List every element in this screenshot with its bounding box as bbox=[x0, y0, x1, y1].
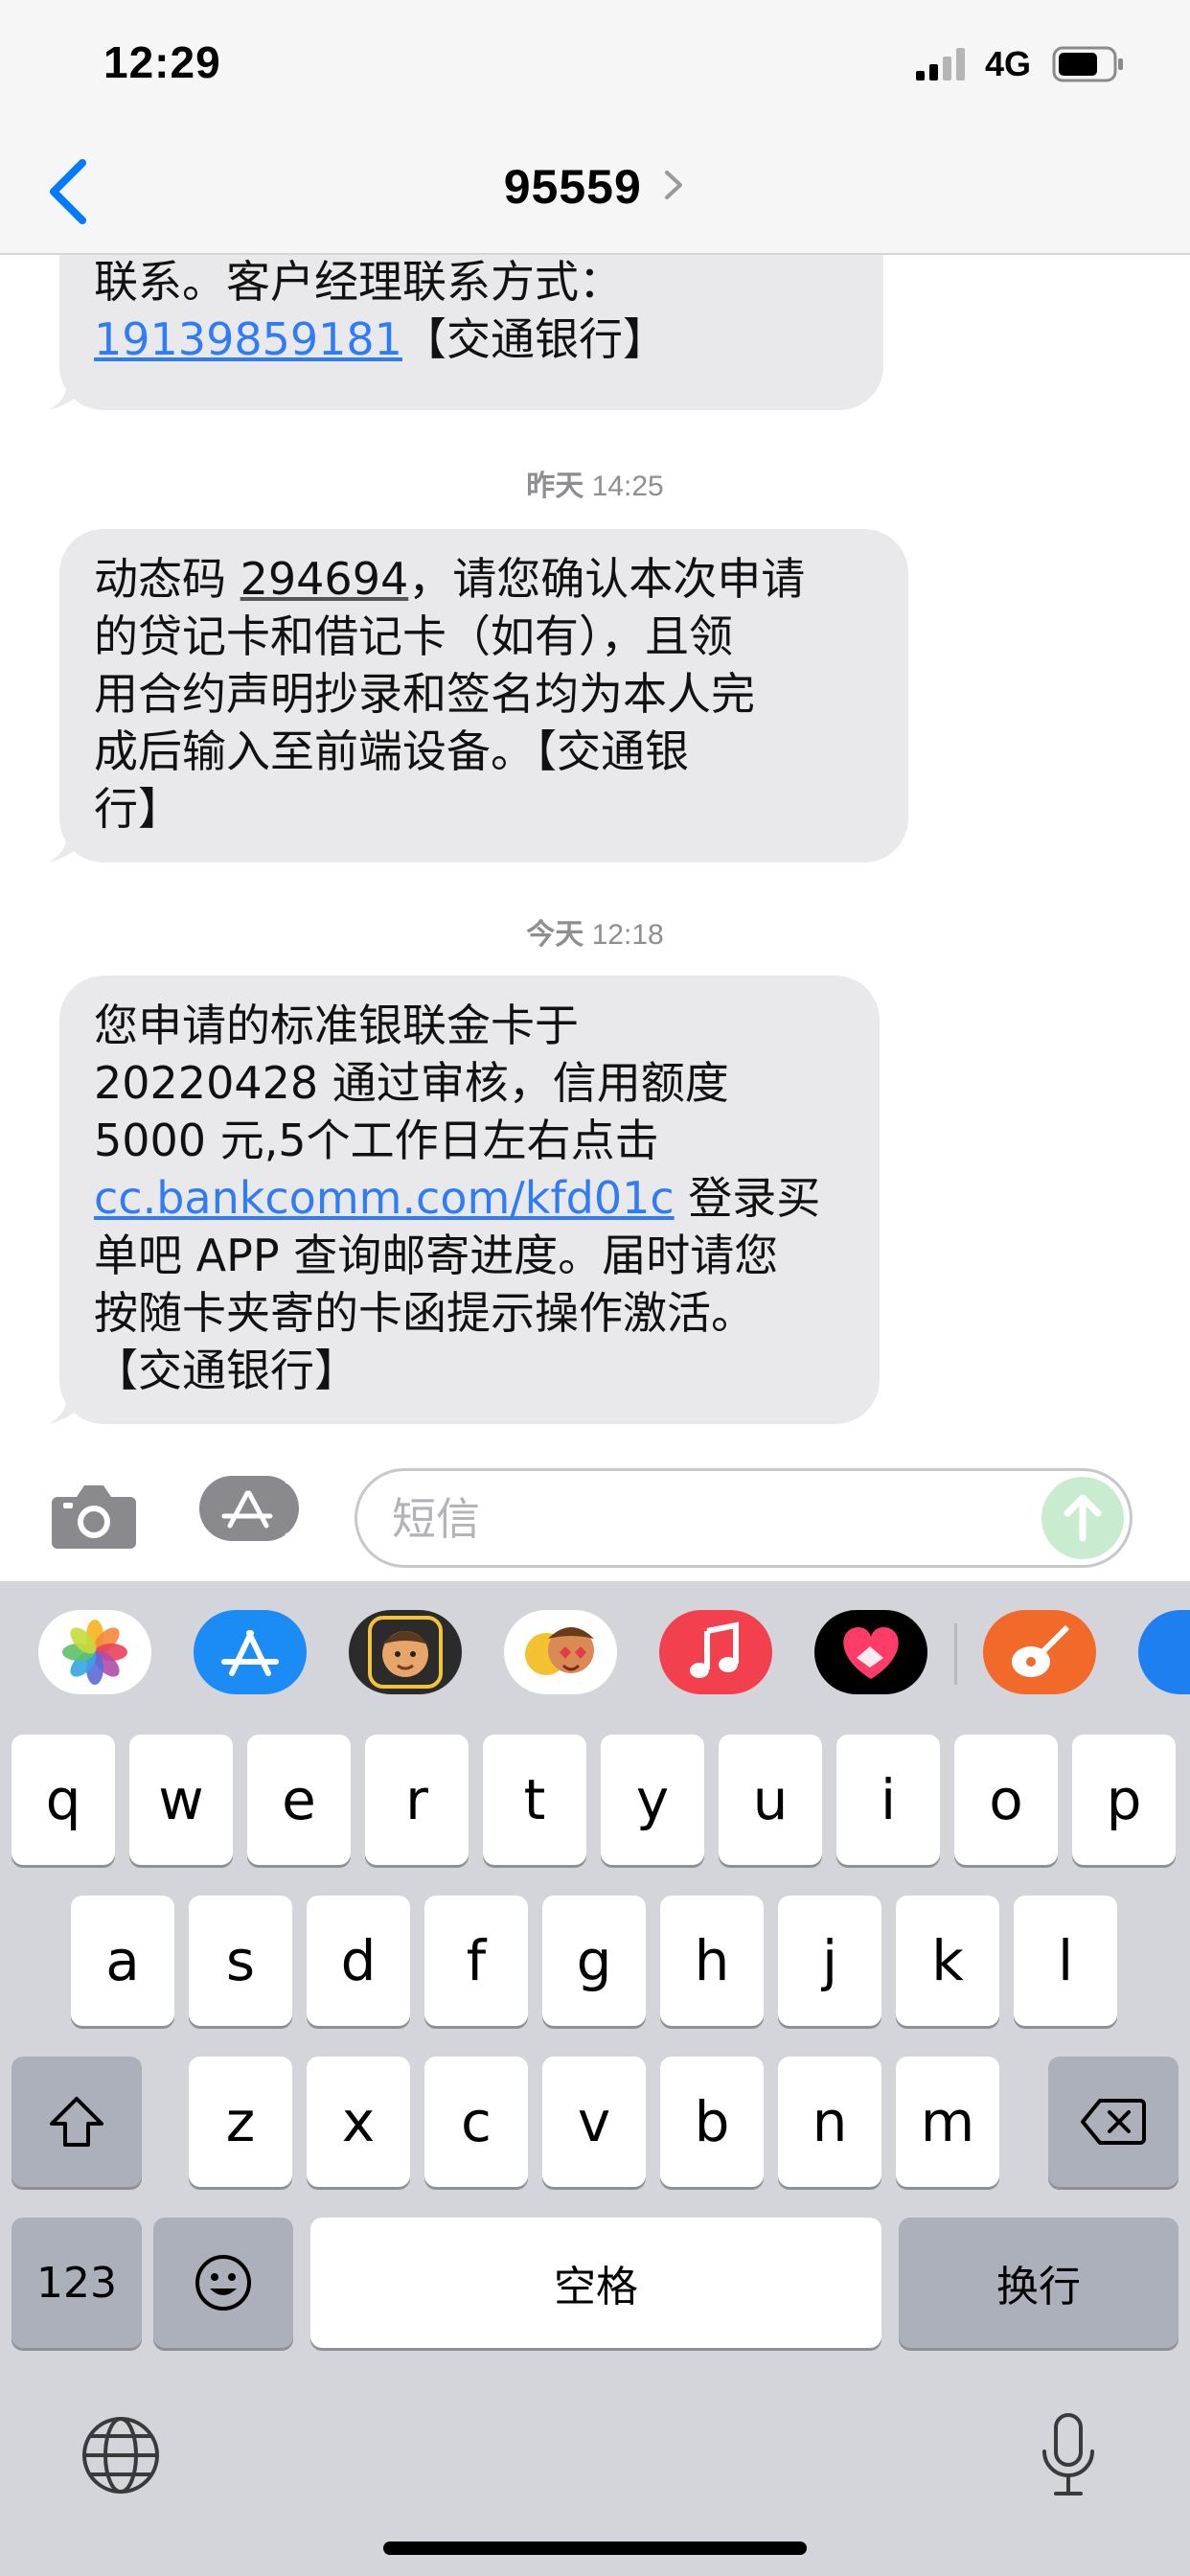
shift-icon bbox=[50, 2097, 103, 2147]
status-time: 12:29 bbox=[103, 37, 221, 87]
key-v[interactable]: v bbox=[542, 2057, 646, 2187]
battery-icon bbox=[1052, 46, 1123, 82]
message-bubble[interactable]: 您申请的标准银联金卡于 20220428 通过审核，信用额度 5000 元,5个… bbox=[48, 976, 880, 1424]
bubble-tail bbox=[48, 372, 90, 410]
key-u[interactable]: u bbox=[719, 1735, 822, 1865]
key-d[interactable]: d bbox=[307, 1896, 410, 2026]
key-t[interactable]: t bbox=[483, 1735, 586, 1865]
key-m[interactable]: m bbox=[896, 2057, 999, 2187]
message-text: 5000 元,5个工作日左右点击 bbox=[94, 1115, 659, 1166]
message-text: 成后输入至前端设备。【交通银 bbox=[94, 725, 689, 777]
chevron-right-icon[interactable] bbox=[659, 169, 686, 201]
shift-key[interactable] bbox=[11, 2057, 142, 2187]
garageband-icon[interactable] bbox=[983, 1610, 1096, 1694]
key-w[interactable]: w bbox=[129, 1735, 233, 1865]
message-text: 用合约声明抄录和签名均为本人完 bbox=[94, 668, 755, 720]
network-type: 4G bbox=[985, 44, 1032, 83]
message-text: 您申请的标准银联金卡于 bbox=[94, 1000, 579, 1051]
partial-app-icon[interactable] bbox=[1138, 1610, 1190, 1694]
digital-touch-icon[interactable] bbox=[814, 1610, 927, 1694]
message-input[interactable] bbox=[392, 1488, 1005, 1550]
microphone-icon[interactable] bbox=[1039, 2411, 1098, 2499]
message-text: cc.bankcomm.com/kfd01c 登录买 bbox=[94, 1172, 821, 1224]
return-key[interactable]: 换行 bbox=[899, 2218, 1179, 2348]
message-text: 19139859181【交通银行】 bbox=[94, 313, 667, 365]
message-text: 单吧 APP 查询邮寄进度。届时请您 bbox=[94, 1230, 779, 1281]
contact-name[interactable]: 95559 bbox=[504, 159, 642, 215]
drawer-divider bbox=[954, 1623, 957, 1685]
camera-icon[interactable] bbox=[50, 1478, 138, 1551]
memoji-stickers-icon[interactable] bbox=[504, 1610, 617, 1694]
contact-header[interactable]: 95559 bbox=[0, 159, 1190, 215]
numbers-key[interactable]: 123 bbox=[11, 2218, 142, 2348]
emoji-key[interactable] bbox=[153, 2218, 293, 2348]
compose-bar bbox=[0, 1426, 1190, 1581]
message-text: 【交通银行】 bbox=[94, 1345, 358, 1396]
send-button[interactable] bbox=[1041, 1477, 1124, 1559]
message-text: 按随卡夹寄的卡函提示操作激活。 bbox=[94, 1287, 755, 1339]
phone-link[interactable]: 19139859181 bbox=[94, 313, 402, 365]
key-x[interactable]: x bbox=[307, 2057, 410, 2187]
app-drawer bbox=[0, 1581, 1190, 1723]
app-store-icon[interactable] bbox=[199, 1472, 305, 1545]
bubble-tail bbox=[48, 1386, 90, 1424]
home-indicator bbox=[383, 2542, 807, 2555]
key-n[interactable]: n bbox=[778, 2057, 881, 2187]
cellular-signal-icon bbox=[916, 48, 965, 80]
verification-code[interactable]: 294694 bbox=[240, 553, 409, 605]
message-text: 行】 bbox=[94, 783, 182, 835]
key-e[interactable]: e bbox=[247, 1735, 351, 1865]
delete-key[interactable] bbox=[1048, 2057, 1179, 2187]
key-s[interactable]: s bbox=[189, 1896, 292, 2026]
message-bubble[interactable]: 联系。客户经理联系方式： 19139859181【交通银行】 bbox=[48, 255, 883, 410]
backspace-icon bbox=[1081, 2099, 1146, 2145]
message-text: 联系。客户经理联系方式： bbox=[94, 256, 623, 308]
key-k[interactable]: k bbox=[896, 1896, 999, 2026]
key-g[interactable]: g bbox=[542, 1896, 646, 2026]
message-bubble[interactable]: 动态码 294694，请您确认本次申请 的贷记卡和借记卡（如有），且领 用合约声… bbox=[48, 529, 908, 862]
url-link[interactable]: cc.bankcomm.com/kfd01c bbox=[94, 1172, 675, 1224]
message-list[interactable]: 联系。客户经理联系方式： 19139859181【交通银行】 昨天 14:25 … bbox=[0, 255, 1190, 1426]
message-text: 的贷记卡和借记卡（如有），且领 bbox=[94, 610, 733, 662]
message-text: 20220428 通过审核，信用额度 bbox=[94, 1057, 729, 1109]
key-h[interactable]: h bbox=[660, 1896, 764, 2026]
keyboard: q w e r t y u i o p a s d f g h j k l z … bbox=[0, 1723, 1190, 2576]
message-text: 动态码 294694，请您确认本次申请 bbox=[94, 553, 806, 605]
nav-header: 12:29 4G 95559 bbox=[0, 0, 1190, 255]
key-y[interactable]: y bbox=[601, 1735, 704, 1865]
message-input-field[interactable] bbox=[355, 1468, 1133, 1568]
photos-app-icon[interactable] bbox=[38, 1610, 151, 1694]
timestamp: 今天 12:18 bbox=[526, 919, 664, 951]
bubble-tail bbox=[48, 824, 90, 862]
key-b[interactable]: b bbox=[660, 2057, 764, 2187]
key-c[interactable]: c bbox=[424, 2057, 528, 2187]
space-key[interactable]: 空格 bbox=[310, 2218, 881, 2348]
arrow-up-icon bbox=[1064, 1494, 1102, 1542]
key-o[interactable]: o bbox=[954, 1735, 1058, 1865]
emoji-icon bbox=[195, 2255, 251, 2311]
key-l[interactable]: l bbox=[1014, 1896, 1117, 2026]
music-app-icon[interactable] bbox=[659, 1610, 772, 1694]
key-f[interactable]: f bbox=[424, 1896, 528, 2026]
key-q[interactable]: q bbox=[11, 1735, 115, 1865]
app-store-app-icon[interactable] bbox=[194, 1610, 307, 1694]
key-a[interactable]: a bbox=[71, 1896, 174, 2026]
key-j[interactable]: j bbox=[778, 1896, 881, 2026]
timestamp: 昨天 14:25 bbox=[526, 471, 664, 502]
key-p[interactable]: p bbox=[1072, 1735, 1176, 1865]
key-i[interactable]: i bbox=[836, 1735, 940, 1865]
key-r[interactable]: r bbox=[365, 1735, 469, 1865]
memoji-icon[interactable] bbox=[349, 1610, 462, 1694]
globe-icon[interactable] bbox=[80, 2415, 161, 2496]
key-z[interactable]: z bbox=[189, 2057, 292, 2187]
